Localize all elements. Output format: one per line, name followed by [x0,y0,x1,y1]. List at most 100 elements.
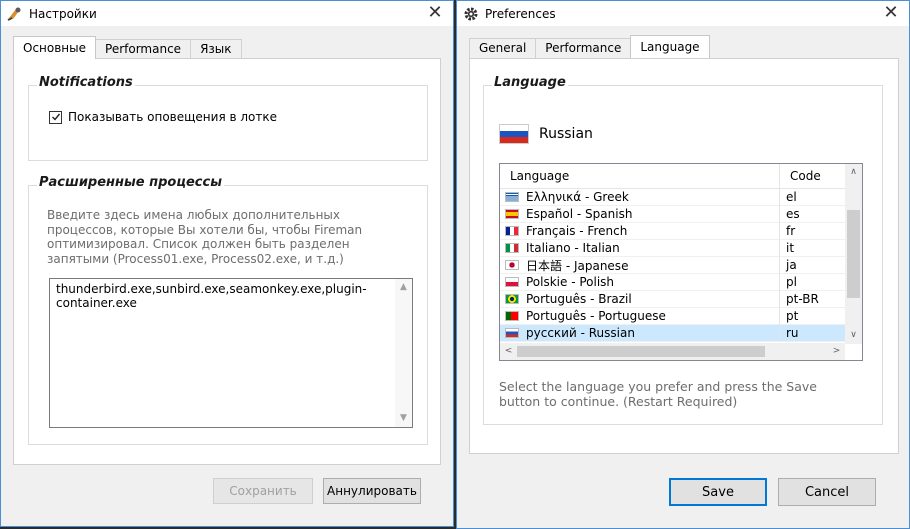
spain-flag-icon [505,209,519,219]
cancel-button[interactable]: Cancel [778,478,876,506]
title-bar: Настройки ✕ [1,1,453,26]
language-list[interactable]: Language Code Ελληνικά - Greek el Español … [499,163,863,361]
group-title: Notifications [37,75,135,90]
language-name: 日本語 - Japanese [526,258,629,273]
column-header-language[interactable]: Language [500,164,780,188]
list-item[interactable]: Français - French fr [500,222,845,240]
language-cell: Italiano - Italian [500,239,780,257]
language-name: Português - Brazil [526,292,632,306]
list-item[interactable]: Español - Spanish es [500,205,845,223]
tab-language[interactable]: Language [630,35,710,58]
notifications-group: Notifications Показывать оповещения в ло… [28,75,428,161]
language-code: pt [786,309,799,323]
scroll-down-icon[interactable]: ▼ [395,410,412,427]
current-language-label: Russian [539,126,593,142]
language-code: ja [786,258,797,272]
language-code: ru [786,326,799,340]
language-name: Français - French [526,224,628,238]
window-title: Настройки [29,6,97,21]
poland-flag-icon [505,277,519,287]
list-item[interactable]: 日本語 - Japanese ja [500,256,845,274]
language-code: it [786,241,795,255]
tab-language[interactable]: Язык [190,39,242,59]
language-instruction: Select the language you prefer and press… [499,379,817,409]
list-vertical-scrollbar[interactable]: ∧ ∨ [845,164,862,344]
language-code: es [786,207,800,221]
current-language: Russian [499,124,593,144]
tab-panel: Notifications Показывать оповещения в ло… [13,58,441,465]
scroll-down-icon[interactable]: ∨ [845,327,862,344]
scroll-thumb[interactable] [847,210,860,298]
language-group: Language Russian Language Code Ελληνικά … [483,75,883,425]
scroll-left-icon[interactable]: < [500,343,517,360]
textarea-scrollbar[interactable]: ▲ ▼ [395,279,412,427]
scroll-thumb[interactable] [517,346,765,357]
language-name: Italiano - Italian [526,241,620,255]
gear-icon [463,6,479,22]
list-item[interactable]: русский - Russian ru [500,324,845,342]
scroll-right-icon[interactable]: > [828,343,845,360]
language-cell: Español - Spanish [500,205,780,223]
language-cell: Français - French [500,222,780,240]
language-cell: русский - Russian [500,324,780,342]
list-header: Language Code [500,164,845,189]
save-button[interactable]: Сохранить [213,478,313,504]
list-item[interactable]: Ελληνικά - Greek el [500,188,845,206]
language-cell: Português - Portuguese [500,307,780,325]
column-header-code[interactable]: Code [780,164,845,188]
checkbox-label: Показывать оповещения в лотке [68,110,277,124]
tab-general[interactable]: General [469,38,537,58]
language-cell: Polskie - Polish [500,273,780,291]
processes-textarea[interactable]: thunderbird.exe,sunbird.exe,seamonkey.ex… [49,278,413,428]
tab-strip: Основные Performance Язык [13,36,242,59]
scroll-up-icon[interactable]: ∧ [845,164,862,181]
list-item[interactable]: Polskie - Polish pl [500,273,845,291]
tab-strip: General Performance Language [469,35,710,58]
russia-flag-icon [505,328,519,338]
tab-performance[interactable]: Performance [535,38,632,58]
language-name: Español - Spanish [526,207,633,221]
greece-flag-icon [505,192,519,202]
save-button[interactable]: Save [669,478,767,506]
cancel-button[interactable]: Аннулировать [323,478,421,504]
app-icon [7,6,23,22]
close-icon[interactable]: ✕ [881,3,901,23]
language-code: el [786,190,797,204]
japan-flag-icon [505,260,519,270]
language-cell: Ελληνικά - Greek [500,188,780,206]
language-name: Português - Portuguese [526,309,666,323]
list-item[interactable]: Português - Brazil pt-BR [500,290,845,308]
checkbox[interactable] [49,110,62,124]
language-code: pt-BR [786,292,819,306]
russia-flag-icon [499,124,529,144]
list-horizontal-scrollbar[interactable]: < > [500,343,845,360]
language-name: Ελληνικά - Greek [526,190,629,204]
tray-notifications-checkbox[interactable]: Показывать оповещения в лотке [49,110,277,124]
tab-panel: Language Russian Language Code Ελληνικά … [469,58,899,454]
title-bar: Preferences ✕ [457,1,909,26]
preferences-window: Preferences ✕ General Performance Langua… [456,0,910,529]
settings-window-ru: Настройки ✕ Основные Performance Язык No… [0,0,454,527]
language-code: fr [786,224,796,238]
language-name: русский - Russian [526,326,635,340]
brazil-flag-icon [505,294,519,304]
language-cell: Português - Brazil [500,290,780,308]
scroll-up-icon[interactable]: ▲ [395,279,412,296]
group-title: Language [492,75,568,90]
list-item[interactable]: Italiano - Italian it [500,239,845,257]
close-icon[interactable]: ✕ [425,3,445,23]
textarea-value: thunderbird.exe,sunbird.exe,seamonkey.ex… [56,282,367,310]
processes-group: Расширенные процессы Введите здесь имена… [28,175,428,445]
language-name: Polskie - Polish [526,275,615,289]
tab-general[interactable]: Основные [13,36,97,59]
portugal-flag-icon [505,311,519,321]
processes-hint: Введите здесь имена любых дополнительных… [47,208,363,266]
language-cell: 日本語 - Japanese [500,256,780,274]
list-rows: Ελληνικά - Greek el Español - Spanish es Fra… [500,188,845,342]
window-title: Preferences [485,6,556,21]
language-code: pl [786,275,797,289]
france-flag-icon [505,226,519,236]
italy-flag-icon [505,243,519,253]
list-item[interactable]: Português - Portuguese pt [500,307,845,325]
tab-performance[interactable]: Performance [95,39,192,59]
